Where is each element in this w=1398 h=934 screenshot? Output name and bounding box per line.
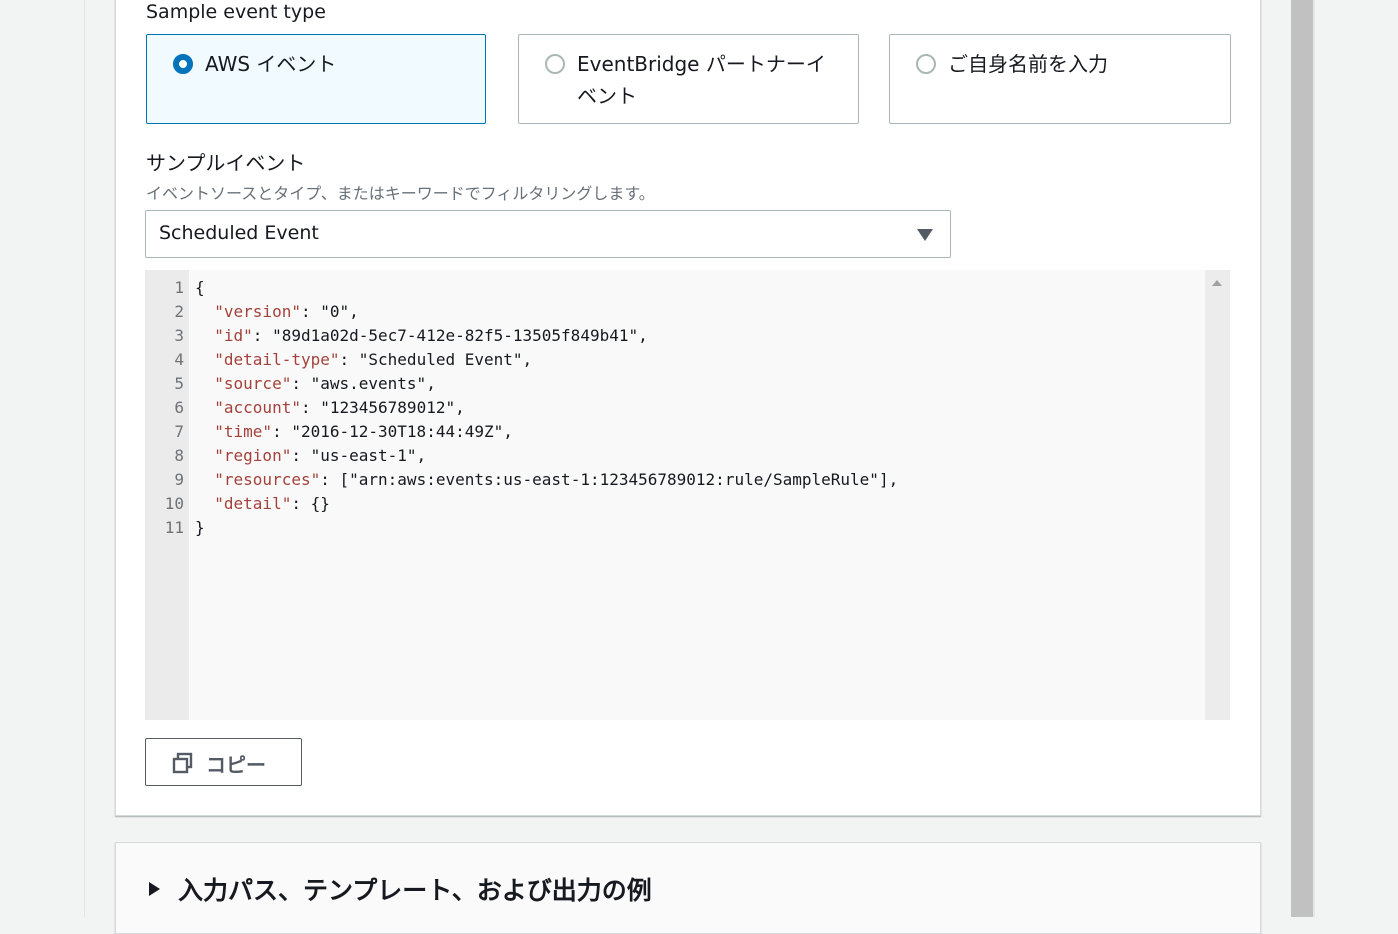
code-line: "detail-type": "Scheduled Event",: [195, 348, 532, 372]
code-line: "source": "aws.events",: [195, 372, 436, 396]
copy-button-label: コピー: [206, 753, 266, 777]
left-margin: [0, 0, 85, 917]
sample-event-select-value: Scheduled Event: [159, 222, 319, 244]
line-number: 11: [164, 518, 184, 537]
code-line: "region": "us-east-1",: [195, 444, 426, 468]
line-number: 5: [174, 374, 184, 393]
radio-partner-event[interactable]: [545, 54, 565, 74]
line-number: 7: [174, 422, 184, 441]
tile-partner-event-label: EventBridge パートナーイベント: [577, 52, 826, 108]
code-text: : "2016-12-30T18:44:49Z",: [272, 422, 513, 441]
event-type-label: Sample event type: [146, 1, 326, 23]
line-number: 1: [174, 278, 184, 297]
event-json-editor[interactable]: 1 {2 "version": "0", 3 "id": "89d1a02d-5ec…: [145, 270, 1230, 720]
editor-scrollbar[interactable]: [1205, 270, 1230, 720]
tile-aws-event-label: AWS イベント: [205, 52, 337, 76]
radio-custom-event[interactable]: [916, 54, 936, 74]
code-line: "id": "89d1a02d-5ec7-412e-82f5-13505f849…: [195, 324, 648, 348]
tile-custom-event[interactable]: ご自身名前を入力: [889, 34, 1231, 124]
caret-right-icon[interactable]: [149, 882, 160, 896]
sample-event-description: イベントソースとタイプ、またはキーワードでフィルタリングします。: [146, 184, 655, 203]
tile-custom-event-label: ご自身名前を入力: [948, 52, 1108, 76]
tile-aws-event[interactable]: AWS イベント: [146, 34, 486, 124]
page-scrollbar[interactable]: [1291, 0, 1313, 917]
code-line: "resources": ["arn:aws:events:us-east-1:…: [195, 468, 898, 492]
json-key: "account": [214, 398, 301, 417]
code-line: "time": "2016-12-30T18:44:49Z",: [195, 420, 513, 444]
scroll-up-icon[interactable]: [1212, 280, 1222, 286]
code-text: : "Scheduled Event",: [339, 350, 533, 369]
code-text: : "aws.events",: [291, 374, 436, 393]
code-text: }: [195, 518, 205, 537]
json-key: "detail": [214, 494, 292, 513]
code-text: : "89d1a02d-5ec7-412e-82f5-13505f849b41"…: [252, 326, 648, 345]
line-number: 9: [174, 470, 184, 489]
copy-icon: [172, 752, 193, 774]
code-text: : "123456789012",: [300, 398, 465, 417]
json-key: "source": [214, 374, 292, 393]
line-number: 2: [174, 302, 184, 321]
line-number: 8: [174, 446, 184, 465]
copy-button[interactable]: コピー: [145, 738, 302, 786]
right-margin: [1315, 0, 1398, 917]
code-text: {: [195, 278, 205, 297]
line-number: 10: [164, 494, 184, 513]
radio-aws-event[interactable]: [173, 54, 193, 74]
code-line: {: [195, 276, 205, 300]
code-text: : {}: [291, 494, 330, 513]
json-key: "resources": [214, 470, 321, 489]
code-text: : "0",: [300, 302, 359, 321]
code-line: }: [195, 516, 205, 540]
sample-event-select[interactable]: Scheduled Event: [145, 210, 951, 258]
json-key: "time": [214, 422, 273, 441]
line-number: 4: [174, 350, 184, 369]
line-number: 3: [174, 326, 184, 345]
code-line: "version": "0",: [195, 300, 359, 324]
sample-event-label: サンプルイベント: [146, 151, 306, 175]
line-number: 6: [174, 398, 184, 417]
json-key: "region": [214, 446, 292, 465]
examples-expander[interactable]: 入力パス、テンプレート、および出力の例: [115, 842, 1261, 934]
tile-partner-event[interactable]: EventBridge パートナーイベント: [518, 34, 859, 124]
json-key: "id": [214, 326, 253, 345]
code-text: : ["arn:aws:events:us-east-1:12345678901…: [320, 470, 899, 489]
json-key: "version": [214, 302, 301, 321]
code-line: "detail": {}: [195, 492, 330, 516]
examples-expander-title[interactable]: 入力パス、テンプレート、および出力の例: [178, 871, 652, 907]
json-key: "detail-type": [214, 350, 340, 369]
code-line: "account": "123456789012",: [195, 396, 465, 420]
caret-down-icon: [917, 229, 933, 241]
code-text: : "us-east-1",: [291, 446, 427, 465]
